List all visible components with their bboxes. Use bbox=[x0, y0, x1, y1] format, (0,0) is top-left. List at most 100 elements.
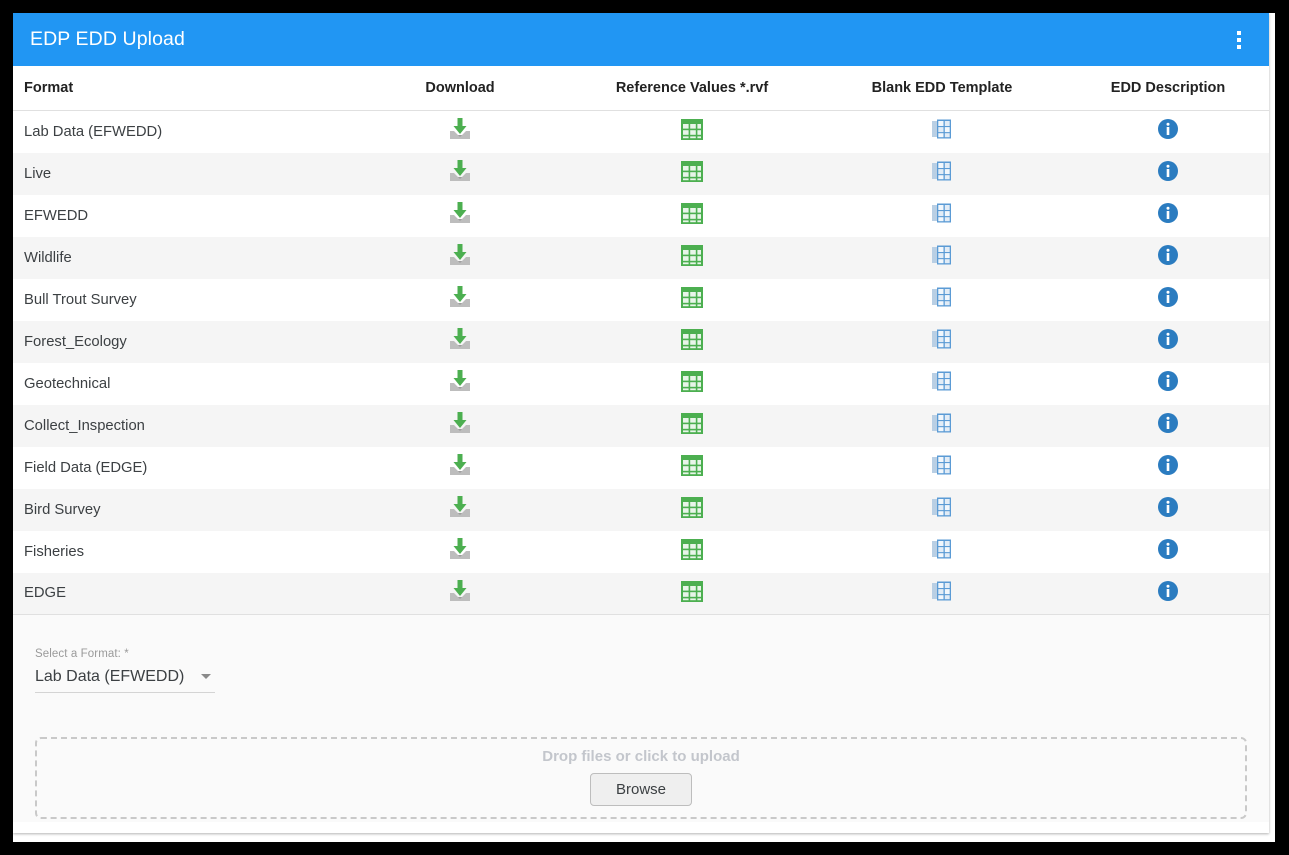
card-header: EDP EDD Upload bbox=[13, 13, 1269, 66]
info-icon[interactable] bbox=[1156, 411, 1180, 435]
format-name-cell: Bird Survey bbox=[13, 489, 353, 531]
info-icon[interactable] bbox=[1156, 495, 1180, 519]
page-frame: EDP EDD Upload Format Download bbox=[0, 0, 1289, 855]
file-dropzone[interactable]: Drop files or click to upload Browse bbox=[35, 737, 1247, 819]
download-cell bbox=[353, 279, 567, 321]
formats-table-wrapper: Format Download Reference Values *.rvf B… bbox=[13, 66, 1269, 615]
download-icon[interactable] bbox=[447, 452, 473, 478]
blank-template-cell bbox=[817, 405, 1067, 447]
blank-template-icon[interactable] bbox=[929, 410, 955, 436]
download-icon[interactable] bbox=[447, 326, 473, 352]
upload-form-area: Select a Format: * Lab Data (EFWEDD) Dro… bbox=[13, 615, 1269, 822]
download-icon[interactable] bbox=[447, 284, 473, 310]
blank-template-cell bbox=[817, 573, 1067, 615]
download-icon[interactable] bbox=[447, 578, 473, 604]
blank-template-icon[interactable] bbox=[929, 494, 955, 520]
spreadsheet-icon[interactable] bbox=[679, 410, 705, 436]
table-header-row: Format Download Reference Values *.rvf B… bbox=[13, 66, 1269, 111]
reference-values-cell bbox=[567, 363, 817, 405]
blank-template-cell bbox=[817, 279, 1067, 321]
spreadsheet-icon[interactable] bbox=[679, 536, 705, 562]
spreadsheet-icon[interactable] bbox=[679, 578, 705, 604]
table-row: EDGE bbox=[13, 573, 1269, 615]
download-cell bbox=[353, 237, 567, 279]
info-icon[interactable] bbox=[1156, 537, 1180, 561]
kebab-menu-icon[interactable] bbox=[1227, 28, 1251, 52]
blank-template-icon[interactable] bbox=[929, 536, 955, 562]
browse-button[interactable]: Browse bbox=[590, 773, 692, 806]
download-icon[interactable] bbox=[447, 200, 473, 226]
download-icon[interactable] bbox=[447, 494, 473, 520]
column-header-format: Format bbox=[13, 66, 353, 111]
spreadsheet-icon[interactable] bbox=[679, 158, 705, 184]
format-select-value: Lab Data (EFWEDD) bbox=[35, 668, 184, 686]
kebab-dot bbox=[1237, 45, 1241, 49]
spreadsheet-icon[interactable] bbox=[679, 368, 705, 394]
blank-template-icon[interactable] bbox=[929, 200, 955, 226]
reference-values-cell bbox=[567, 321, 817, 363]
reference-values-cell bbox=[567, 447, 817, 489]
spreadsheet-icon[interactable] bbox=[679, 200, 705, 226]
table-row: Geotechnical bbox=[13, 363, 1269, 405]
table-row: Field Data (EDGE) bbox=[13, 447, 1269, 489]
info-icon[interactable] bbox=[1156, 117, 1180, 141]
spreadsheet-icon[interactable] bbox=[679, 242, 705, 268]
blank-template-cell bbox=[817, 531, 1067, 573]
blank-template-cell bbox=[817, 447, 1067, 489]
page-surface: EDP EDD Upload Format Download bbox=[13, 13, 1275, 842]
blank-template-cell bbox=[817, 321, 1067, 363]
reference-values-cell bbox=[567, 489, 817, 531]
table-row: Collect_Inspection bbox=[13, 405, 1269, 447]
reference-values-cell bbox=[567, 573, 817, 615]
info-icon[interactable] bbox=[1156, 579, 1180, 603]
blank-template-cell bbox=[817, 489, 1067, 531]
edd-description-cell bbox=[1067, 531, 1269, 573]
download-icon[interactable] bbox=[447, 116, 473, 142]
blank-template-icon[interactable] bbox=[929, 284, 955, 310]
download-icon[interactable] bbox=[447, 536, 473, 562]
spreadsheet-icon[interactable] bbox=[679, 452, 705, 478]
edd-description-cell bbox=[1067, 573, 1269, 615]
download-cell bbox=[353, 363, 567, 405]
format-select[interactable]: Lab Data (EFWEDD) bbox=[35, 668, 215, 693]
download-icon[interactable] bbox=[447, 158, 473, 184]
edd-description-cell bbox=[1067, 489, 1269, 531]
blank-template-cell bbox=[817, 111, 1067, 153]
blank-template-icon[interactable] bbox=[929, 578, 955, 604]
spreadsheet-icon[interactable] bbox=[679, 494, 705, 520]
info-icon[interactable] bbox=[1156, 243, 1180, 267]
table-row: Live bbox=[13, 153, 1269, 195]
info-icon[interactable] bbox=[1156, 201, 1180, 225]
column-header-edd-description: EDD Description bbox=[1067, 66, 1269, 111]
edd-description-cell bbox=[1067, 279, 1269, 321]
format-name-cell: Live bbox=[13, 153, 353, 195]
chevron-down-icon bbox=[201, 674, 211, 679]
info-icon[interactable] bbox=[1156, 159, 1180, 183]
blank-template-icon[interactable] bbox=[929, 452, 955, 478]
download-cell bbox=[353, 153, 567, 195]
blank-template-icon[interactable] bbox=[929, 368, 955, 394]
column-header-blank-template: Blank EDD Template bbox=[817, 66, 1067, 111]
blank-template-icon[interactable] bbox=[929, 158, 955, 184]
spreadsheet-icon[interactable] bbox=[679, 116, 705, 142]
spreadsheet-icon[interactable] bbox=[679, 326, 705, 352]
format-name-cell: Field Data (EDGE) bbox=[13, 447, 353, 489]
info-icon[interactable] bbox=[1156, 369, 1180, 393]
download-icon[interactable] bbox=[447, 368, 473, 394]
format-name-cell: EDGE bbox=[13, 573, 353, 615]
kebab-dot bbox=[1237, 38, 1241, 42]
format-name-cell: Lab Data (EFWEDD) bbox=[13, 111, 353, 153]
download-icon[interactable] bbox=[447, 410, 473, 436]
blank-template-icon[interactable] bbox=[929, 326, 955, 352]
blank-template-icon[interactable] bbox=[929, 242, 955, 268]
format-name-cell: Bull Trout Survey bbox=[13, 279, 353, 321]
spreadsheet-icon[interactable] bbox=[679, 284, 705, 310]
reference-values-cell bbox=[567, 153, 817, 195]
blank-template-icon[interactable] bbox=[929, 116, 955, 142]
info-icon[interactable] bbox=[1156, 285, 1180, 309]
edd-description-cell bbox=[1067, 405, 1269, 447]
info-icon[interactable] bbox=[1156, 453, 1180, 477]
page-title: EDP EDD Upload bbox=[30, 30, 185, 50]
info-icon[interactable] bbox=[1156, 327, 1180, 351]
download-icon[interactable] bbox=[447, 242, 473, 268]
